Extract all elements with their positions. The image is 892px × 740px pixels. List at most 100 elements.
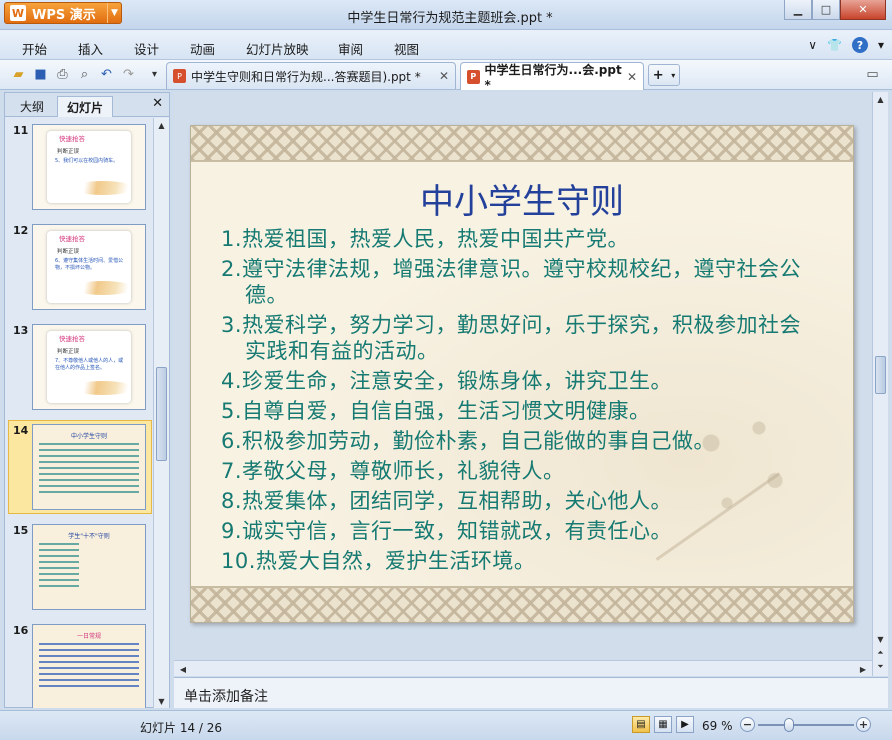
undo-icon[interactable]: ↶: [98, 66, 115, 83]
ppt-file-icon: P: [173, 69, 186, 83]
plus-icon: +: [652, 67, 664, 83]
slide-thumbnail-15[interactable]: 学生"十不"守则: [32, 524, 146, 610]
menu-home[interactable]: 开始: [22, 39, 47, 58]
wps-logo-icon: W: [10, 5, 26, 21]
scroll-up-icon[interactable]: ▲: [873, 92, 888, 106]
list-item: 2.遵守法律法规，增强法律意识。遵守校规校纪，遵守社会公德。: [221, 257, 802, 307]
thumb-heading: 快速抢答: [59, 135, 85, 143]
list-item: 6.积极参加劳动，勤俭朴素，自己能做的事自己做。: [221, 429, 716, 453]
main-vertical-scrollbar[interactable]: ▲ ▼ ⏶ ⏷: [872, 92, 888, 676]
tab-slides[interactable]: 幻灯片: [57, 96, 114, 117]
list-item: 7.孝敬父母，尊敬师长，礼貌待人。: [221, 459, 565, 483]
menu-view[interactable]: 视图: [394, 39, 419, 58]
normal-view-button[interactable]: ▤: [632, 716, 650, 733]
thumb-number: 14: [13, 424, 29, 437]
slide-thumbnail-13[interactable]: 快速抢答 判断正误 7、不尊敬他人或他人的人，或在他人的作品上签名。: [32, 324, 146, 410]
thumb-text: 5、我们可以在校园内骑车。: [55, 158, 119, 164]
thumb-title: 中小学生守则: [70, 433, 107, 440]
menu-design[interactable]: 设计: [134, 39, 159, 58]
close-panel-icon[interactable]: ✕: [152, 96, 163, 111]
doc-tab-active[interactable]: P 中学生日常行为...会.ppt * ✕: [460, 62, 644, 92]
slide-thumbnail-16[interactable]: 一日常规: [32, 624, 146, 708]
scroll-left-icon[interactable]: ◀: [176, 662, 190, 676]
thumb-text: 6、遵守集体生活时间、爱惜公物，不损坏公物。: [55, 258, 124, 271]
slide-thumbnail-12[interactable]: 快速抢答 判断正误 6、遵守集体生活时间、爱惜公物，不损坏公物。: [32, 224, 146, 310]
slide-thumbnail-14[interactable]: 中小学生守则: [32, 424, 146, 510]
window-controls: ▁ □ ✕: [784, 0, 886, 20]
list-item: 5.自尊自爱，自信自强，生活习惯文明健康。: [221, 399, 651, 423]
app-brand-label: WPS 演示: [32, 7, 96, 23]
scroll-down-icon[interactable]: ▼: [154, 694, 169, 708]
slide-canvas[interactable]: 中小学生守则 1.热爱祖国，热爱人民，热爱中国共产党。 2.遵守法律法规，增强法…: [190, 125, 854, 623]
menu-slideshow[interactable]: 幻灯片放映: [246, 39, 309, 58]
thumb-title: 一日常规: [76, 633, 101, 640]
scroll-right-icon[interactable]: ▶: [856, 662, 870, 676]
minimize-button[interactable]: ▁: [784, 0, 812, 20]
zoom-in-button[interactable]: +: [856, 717, 871, 732]
slide-title[interactable]: 中小学生守则: [191, 174, 853, 223]
list-item: 3.热爱科学，努力学习，勤思好问，乐于探究，积极参加社会实践和有益的活动。: [221, 313, 802, 363]
next-slide-icon[interactable]: ⏷: [873, 660, 888, 674]
help-icon[interactable]: ?: [851, 37, 868, 53]
slideshow-view-button[interactable]: ▶: [676, 716, 694, 733]
menu-animation[interactable]: 动画: [190, 39, 215, 58]
slide-bottom-border-pattern: [191, 586, 853, 622]
scrollbar-thumb[interactable]: [156, 367, 167, 461]
thumb-number: 16: [13, 624, 29, 637]
feather-graphic: [73, 181, 133, 195]
redo-icon[interactable]: ↷: [120, 66, 137, 83]
slide-editing-area: 中小学生守则 1.热爱祖国，热爱人民，热爱中国共产党。 2.遵守法律法规，增强法…: [174, 92, 872, 660]
slide-body-text[interactable]: 1.热爱祖国，热爱人民，热爱中国共产党。 2.遵守法律法规，增强法律意识。遵守校…: [221, 226, 821, 578]
thumb-text-lines: [39, 543, 79, 591]
maximize-button[interactable]: □: [812, 0, 840, 20]
scroll-up-icon[interactable]: ▲: [154, 118, 169, 132]
list-item: 10.热爱大自然，爱护生活环境。: [221, 549, 536, 573]
scroll-down-icon[interactable]: ▼: [873, 632, 888, 646]
menu-insert[interactable]: 插入: [78, 39, 103, 58]
scrollbar-thumb[interactable]: [875, 356, 886, 394]
help-dropdown-icon[interactable]: ▾: [878, 38, 884, 52]
panel-tabs: 大纲 幻灯片 ✕: [5, 93, 169, 117]
thumb-heading: 快速抢答: [59, 335, 85, 343]
close-tab-icon[interactable]: ✕: [627, 70, 637, 84]
open-folder-icon[interactable]: ▰: [10, 66, 27, 83]
slide-thumbnail-list: 11 快速抢答 判断正误 5、我们可以在校园内骑车。 12 快速抢答 判断正误 …: [5, 118, 153, 708]
save-icon[interactable]: ■: [32, 66, 49, 83]
feather-graphic: [73, 281, 133, 295]
previous-slide-icon[interactable]: ⏶: [873, 646, 888, 660]
slide-thumbnail-11[interactable]: 快速抢答 判断正误 5、我们可以在校园内骑车。: [32, 124, 146, 210]
ppt-file-icon: P: [467, 69, 480, 84]
close-button[interactable]: ✕: [840, 0, 886, 20]
collapse-ribbon-icon[interactable]: ∨: [808, 38, 817, 52]
print-preview-icon[interactable]: ⌕: [76, 66, 93, 83]
zoom-out-button[interactable]: −: [740, 717, 755, 732]
thumb-subheading: 判断正误: [57, 349, 80, 355]
wps-app-menu-button[interactable]: W WPS 演示 ▼: [4, 2, 122, 24]
tab-list-icon[interactable]: ▭: [864, 66, 881, 83]
skin-shirt-icon[interactable]: 👕: [827, 38, 842, 52]
panel-scrollbar[interactable]: ▲ ▼: [153, 118, 169, 708]
doc-tab-label: 中学生守则和日常行为规...答赛题目).ppt *: [191, 69, 421, 84]
thumb-text: 7、不尊敬他人或他人的人，或在他人的作品上签名。: [55, 358, 124, 371]
toolbar-dropdown-icon[interactable]: ▾: [146, 66, 163, 83]
notes-pane[interactable]: 单击添加备注: [174, 677, 888, 708]
ribbon-menu-bar: 开始 插入 设计 动画 幻灯片放映 审阅 视图 ∨ 👕 ? ▾: [0, 30, 892, 60]
close-tab-icon[interactable]: ✕: [439, 69, 449, 83]
doc-tab-label: 中学生日常行为...会.ppt *: [484, 63, 622, 92]
thumb-subheading: 判断正误: [57, 149, 80, 155]
slide-top-border-pattern: [191, 126, 853, 162]
feather-graphic: [73, 381, 133, 395]
doc-tab-quiz[interactable]: P 中学生守则和日常行为规...答赛题目).ppt * ✕: [166, 62, 456, 89]
main-horizontal-scrollbar[interactable]: ◀ ▶: [174, 660, 872, 676]
new-tab-button[interactable]: + ▾: [648, 64, 680, 86]
list-item: 1.热爱祖国，热爱人民，热爱中国共产党。: [221, 227, 630, 251]
slide-counter: 幻灯片 14 / 26: [140, 721, 223, 735]
zoom-slider-track[interactable]: [758, 724, 854, 726]
status-bar: 幻灯片 14 / 26 ▤ ▦ ▶ 69 % − +: [0, 710, 892, 740]
slide-sorter-view-button[interactable]: ▦: [654, 716, 672, 733]
zoom-slider-handle[interactable]: [784, 718, 794, 732]
print-icon[interactable]: ⎙: [54, 66, 71, 83]
tab-outline[interactable]: 大纲: [11, 96, 53, 117]
menu-review[interactable]: 审阅: [338, 39, 363, 58]
chevron-down-icon: ▼: [107, 3, 121, 23]
